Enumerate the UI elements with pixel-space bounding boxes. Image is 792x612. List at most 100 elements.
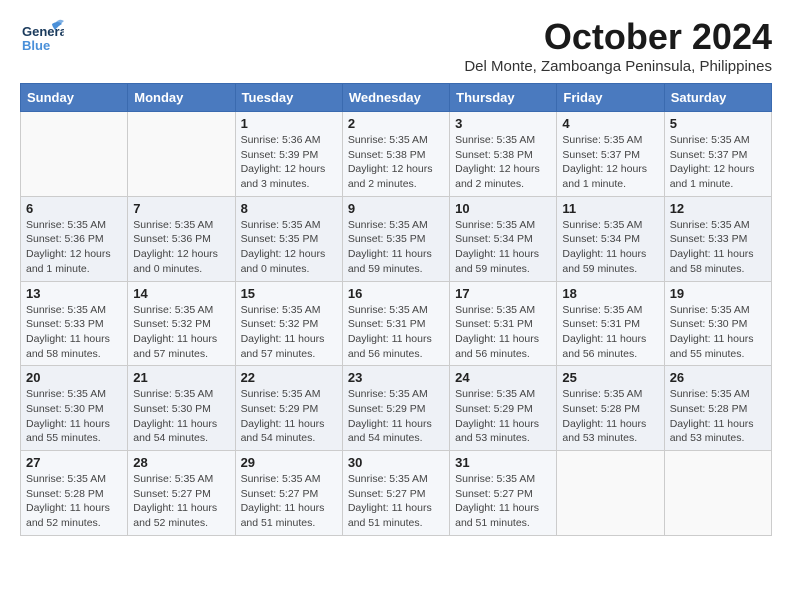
day-info: Sunrise: 5:35 AM Sunset: 5:32 PM Dayligh… [133, 303, 229, 362]
day-info: Sunrise: 5:35 AM Sunset: 5:29 PM Dayligh… [455, 387, 551, 446]
day-info: Sunrise: 5:35 AM Sunset: 5:27 PM Dayligh… [133, 472, 229, 531]
calendar-cell: 23 Sunrise: 5:35 AM Sunset: 5:29 PM Dayli… [342, 366, 449, 451]
calendar-cell: 22Sunrise: 5:35 AM Sunset: 5:29 PM Dayli… [235, 366, 342, 451]
calendar-cell: 14 Sunrise: 5:35 AM Sunset: 5:32 PM Dayli… [128, 281, 235, 366]
day-number: 4 [562, 116, 658, 131]
day-number: 12 [670, 201, 766, 216]
day-info: Sunrise: 5:35 AM Sunset: 5:36 PM Dayligh… [133, 218, 229, 277]
calendar-cell: 15 Sunrise: 5:35 AM Sunset: 5:32 PM Dayli… [235, 281, 342, 366]
day-number: 22 [241, 370, 337, 385]
day-info: Sunrise: 5:35 AM Sunset: 5:27 PM Dayligh… [348, 472, 444, 531]
calendar-week-row: 13Sunrise: 5:35 AM Sunset: 5:33 PM Dayli… [21, 281, 772, 366]
weekday-header-monday: Monday [128, 84, 235, 112]
calendar-cell: 30 Sunrise: 5:35 AM Sunset: 5:27 PM Dayli… [342, 451, 449, 536]
day-info: Sunrise: 5:35 AM Sunset: 5:37 PM Dayligh… [562, 133, 658, 192]
svg-text:Blue: Blue [22, 38, 50, 53]
calendar-cell: 10 Sunrise: 5:35 AM Sunset: 5:34 PM Dayli… [450, 196, 557, 281]
calendar-week-row: 20 Sunrise: 5:35 AM Sunset: 5:30 PM Dayli… [21, 366, 772, 451]
day-info: Sunrise: 5:35 AM Sunset: 5:31 PM Dayligh… [348, 303, 444, 362]
day-number: 21 [133, 370, 229, 385]
logo-icon: General Blue [20, 16, 64, 60]
calendar-cell [664, 451, 771, 536]
day-number: 27 [26, 455, 122, 470]
day-number: 26 [670, 370, 766, 385]
calendar-week-row: 1Sunrise: 5:36 AM Sunset: 5:39 PM Daylig… [21, 112, 772, 197]
day-info: Sunrise: 5:35 AM Sunset: 5:38 PM Dayligh… [348, 133, 444, 192]
day-number: 25 [562, 370, 658, 385]
calendar-cell: 17 Sunrise: 5:35 AM Sunset: 5:31 PM Dayli… [450, 281, 557, 366]
calendar-cell: 31 Sunrise: 5:35 AM Sunset: 5:27 PM Dayli… [450, 451, 557, 536]
day-number: 23 [348, 370, 444, 385]
day-info: Sunrise: 5:35 AM Sunset: 5:28 PM Dayligh… [562, 387, 658, 446]
calendar-cell: 6Sunrise: 5:35 AM Sunset: 5:36 PM Daylig… [21, 196, 128, 281]
calendar-cell: 16 Sunrise: 5:35 AM Sunset: 5:31 PM Dayli… [342, 281, 449, 366]
day-info: Sunrise: 5:35 AM Sunset: 5:35 PM Dayligh… [241, 218, 337, 277]
day-info: Sunrise: 5:35 AM Sunset: 5:35 PM Dayligh… [348, 218, 444, 277]
location-title: Del Monte, Zamboanga Peninsula, Philippi… [464, 58, 772, 75]
day-info: Sunrise: 5:35 AM Sunset: 5:32 PM Dayligh… [241, 303, 337, 362]
calendar-cell: 18 Sunrise: 5:35 AM Sunset: 5:31 PM Dayli… [557, 281, 664, 366]
day-number: 15 [241, 286, 337, 301]
month-title: October 2024 [464, 16, 772, 58]
calendar-cell: 5 Sunrise: 5:35 AM Sunset: 5:37 PM Daylig… [664, 112, 771, 197]
day-number: 18 [562, 286, 658, 301]
weekday-header-row: SundayMondayTuesdayWednesdayThursdayFrid… [21, 84, 772, 112]
day-number: 16 [348, 286, 444, 301]
day-info: Sunrise: 5:36 AM Sunset: 5:39 PM Dayligh… [241, 133, 337, 192]
calendar-cell: 29 Sunrise: 5:35 AM Sunset: 5:27 PM Dayli… [235, 451, 342, 536]
day-info: Sunrise: 5:35 AM Sunset: 5:30 PM Dayligh… [133, 387, 229, 446]
weekday-header-tuesday: Tuesday [235, 84, 342, 112]
day-info: Sunrise: 5:35 AM Sunset: 5:34 PM Dayligh… [562, 218, 658, 277]
day-number: 24 [455, 370, 551, 385]
calendar-cell: 12Sunrise: 5:35 AM Sunset: 5:33 PM Dayli… [664, 196, 771, 281]
calendar-cell: 28Sunrise: 5:35 AM Sunset: 5:27 PM Dayli… [128, 451, 235, 536]
day-info: Sunrise: 5:35 AM Sunset: 5:31 PM Dayligh… [562, 303, 658, 362]
calendar-cell: 3 Sunrise: 5:35 AM Sunset: 5:38 PM Daylig… [450, 112, 557, 197]
day-number: 29 [241, 455, 337, 470]
calendar-cell [557, 451, 664, 536]
calendar-cell: 4 Sunrise: 5:35 AM Sunset: 5:37 PM Daylig… [557, 112, 664, 197]
weekday-header-friday: Friday [557, 84, 664, 112]
day-number: 19 [670, 286, 766, 301]
day-number: 20 [26, 370, 122, 385]
day-number: 13 [26, 286, 122, 301]
day-info: Sunrise: 5:35 AM Sunset: 5:27 PM Dayligh… [455, 472, 551, 531]
day-number: 10 [455, 201, 551, 216]
weekday-header-wednesday: Wednesday [342, 84, 449, 112]
day-number: 3 [455, 116, 551, 131]
calendar-cell: 19 Sunrise: 5:35 AM Sunset: 5:30 PM Dayli… [664, 281, 771, 366]
calendar-cell: 21 Sunrise: 5:35 AM Sunset: 5:30 PM Dayli… [128, 366, 235, 451]
day-number: 8 [241, 201, 337, 216]
calendar-cell: 20 Sunrise: 5:35 AM Sunset: 5:30 PM Dayli… [21, 366, 128, 451]
calendar-cell [128, 112, 235, 197]
day-number: 5 [670, 116, 766, 131]
day-number: 2 [348, 116, 444, 131]
day-number: 14 [133, 286, 229, 301]
calendar-cell: 27 Sunrise: 5:35 AM Sunset: 5:28 PM Dayli… [21, 451, 128, 536]
header: General Blue October 2024 Del Monte, Zam… [20, 16, 772, 75]
day-info: Sunrise: 5:35 AM Sunset: 5:29 PM Dayligh… [348, 387, 444, 446]
calendar-week-row: 27 Sunrise: 5:35 AM Sunset: 5:28 PM Dayli… [21, 451, 772, 536]
day-number: 9 [348, 201, 444, 216]
logo: General Blue [20, 16, 64, 60]
day-info: Sunrise: 5:35 AM Sunset: 5:30 PM Dayligh… [26, 387, 122, 446]
day-number: 6 [26, 201, 122, 216]
day-info: Sunrise: 5:35 AM Sunset: 5:27 PM Dayligh… [241, 472, 337, 531]
day-number: 30 [348, 455, 444, 470]
calendar-cell: 7Sunrise: 5:35 AM Sunset: 5:36 PM Daylig… [128, 196, 235, 281]
day-info: Sunrise: 5:35 AM Sunset: 5:31 PM Dayligh… [455, 303, 551, 362]
day-number: 17 [455, 286, 551, 301]
calendar-cell: 26 Sunrise: 5:35 AM Sunset: 5:28 PM Dayli… [664, 366, 771, 451]
weekday-header-thursday: Thursday [450, 84, 557, 112]
day-info: Sunrise: 5:35 AM Sunset: 5:34 PM Dayligh… [455, 218, 551, 277]
calendar-cell: 13Sunrise: 5:35 AM Sunset: 5:33 PM Dayli… [21, 281, 128, 366]
title-area: October 2024 Del Monte, Zamboanga Penins… [464, 16, 772, 75]
day-info: Sunrise: 5:35 AM Sunset: 5:38 PM Dayligh… [455, 133, 551, 192]
day-number: 31 [455, 455, 551, 470]
day-info: Sunrise: 5:35 AM Sunset: 5:37 PM Dayligh… [670, 133, 766, 192]
day-info: Sunrise: 5:35 AM Sunset: 5:30 PM Dayligh… [670, 303, 766, 362]
day-info: Sunrise: 5:35 AM Sunset: 5:28 PM Dayligh… [670, 387, 766, 446]
day-info: Sunrise: 5:35 AM Sunset: 5:28 PM Dayligh… [26, 472, 122, 531]
weekday-header-saturday: Saturday [664, 84, 771, 112]
calendar-table: SundayMondayTuesdayWednesdayThursdayFrid… [20, 83, 772, 536]
